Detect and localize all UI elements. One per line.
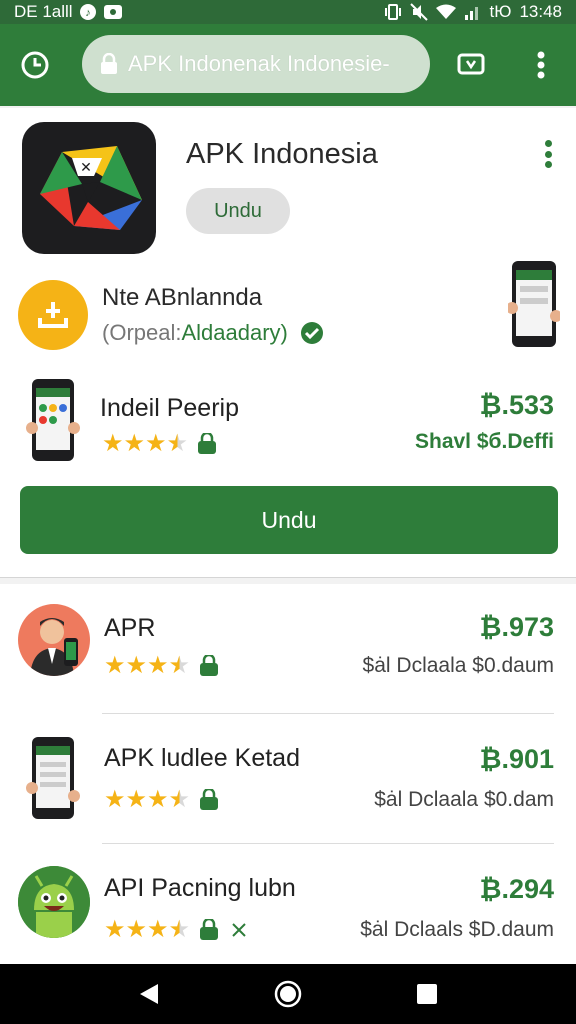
carrier-text: DE 1alll [14, 2, 73, 21]
star-icon: ★ [104, 916, 126, 943]
app-detail-card: ✕ APK Indonesia Undu Nte ABnlannda (Orpe… [0, 108, 576, 578]
shopping-bag-icon [198, 655, 220, 677]
browser-toolbar: APK Indonenak Indonesie- [0, 24, 576, 106]
app-logo-icon[interactable]: ✕ [22, 122, 156, 254]
list-item[interactable]: APR ★ ★ ★ ★ ₿.973 $ȧl Dclaala $0.daum [0, 584, 576, 714]
featured-app-name[interactable]: Indeil Peerip [100, 394, 239, 423]
phone-app-thumbnail-icon [26, 736, 80, 825]
status-misc-text: tЮ [489, 2, 512, 21]
list-item-price: ₿.973 [479, 612, 554, 642]
half-star-icon: ★ [168, 786, 191, 813]
card-overflow-menu-icon[interactable] [538, 140, 558, 168]
shopping-bag-icon [196, 433, 218, 455]
svg-text:♪: ♪ [85, 7, 91, 19]
tab-icon [457, 53, 485, 75]
clock-text: 13:48 [519, 2, 562, 21]
history-button[interactable] [0, 24, 70, 106]
lock-icon [100, 53, 118, 75]
star-icon: ★ [104, 652, 126, 679]
tab-switcher-button[interactable] [436, 24, 506, 106]
url-bar[interactable]: APK Indonenak Indonesie- [82, 35, 430, 93]
notice-title: Nte ABnlannda [102, 284, 263, 311]
mute-icon [409, 3, 428, 21]
list-item-subtext: $ȧl Dclaala $0.daum [362, 654, 554, 677]
back-button[interactable] [129, 974, 169, 1014]
vibrate-icon [384, 3, 402, 21]
star-icon: ★ [125, 786, 148, 813]
app-list: APR ★ ★ ★ ★ ₿.973 $ȧl Dclaala $0.daum APK l… [0, 584, 576, 964]
half-star-icon: ★ [168, 652, 191, 679]
status-bar: DE 1alll ♪ tЮ 13:48 [0, 0, 576, 24]
signal-icon [464, 4, 482, 20]
notice-subtitle: (Orpeal: Aldaadary) [102, 320, 324, 346]
shopping-bag-icon [198, 789, 220, 811]
star-icon: ★ [102, 430, 124, 457]
recents-button[interactable] [407, 974, 447, 1014]
download-button[interactable]: Undu [20, 486, 558, 554]
star-icon: ★ [123, 430, 146, 457]
url-text: APK Indonenak Indonesie- [128, 51, 390, 76]
list-item[interactable]: APK ludlee Ketad ★ ★ ★ ★ ₿.901 $ȧl Dclaala … [0, 714, 576, 844]
svg-text:✕: ✕ [80, 160, 92, 176]
star-icon: ★ [147, 652, 169, 679]
message-icon [103, 4, 123, 20]
star-icon: ★ [147, 786, 169, 813]
wifi-icon [435, 4, 456, 20]
overflow-menu-button[interactable] [506, 24, 576, 106]
star-icon: ★ [147, 916, 169, 943]
phone-preview-image [506, 260, 562, 353]
list-item-subtext: $ȧl Dclaala $0.dam [374, 788, 554, 811]
list-item[interactable]: API Pacning lubn ★ ★ ★ ★ ₿.294 $ȧl Dclaals … [0, 844, 576, 964]
star-icon: ★ [104, 786, 126, 813]
verified-check-icon [300, 321, 324, 345]
featured-rating: ★ ★ ★ ★ [102, 432, 218, 456]
list-item-subtext: $ȧl Dclaals $D.daum [360, 918, 554, 941]
list-item-rating: ★ ★ ★ ★ [104, 788, 220, 812]
overflow-menu-icon [537, 51, 545, 79]
list-item-price: ₿.294 [479, 874, 554, 904]
list-item-rating: ★ ★ ★ ★ [104, 918, 248, 942]
half-star-icon: ★ [168, 916, 191, 943]
half-star-icon: ★ [166, 430, 189, 457]
star-icon: ★ [145, 430, 167, 457]
star-icon: ★ [125, 652, 148, 679]
list-item-rating: ★ ★ ★ ★ [104, 654, 220, 678]
businessman-avatar-icon [18, 604, 90, 676]
download-icon[interactable] [18, 280, 88, 350]
app-title: APK Indonesia [186, 138, 378, 170]
recents-icon [416, 984, 437, 1004]
list-item-name: API Pacning lubn [104, 874, 296, 902]
featured-share-text: Shavl $б.Deffi [414, 430, 554, 453]
notice-subtitle-prefix: (Orpeal: [102, 320, 182, 345]
notification-icon: ♪ [79, 3, 97, 21]
history-icon [21, 51, 49, 79]
close-icon[interactable] [230, 921, 248, 939]
star-icon: ★ [125, 916, 148, 943]
featured-price: ₿.533 [479, 390, 554, 420]
list-item-name: APK ludlee Ketad [104, 744, 300, 772]
shopping-bag-icon [198, 919, 220, 941]
android-robot-icon [18, 866, 90, 938]
home-icon [274, 980, 302, 1008]
system-navigation-bar [0, 964, 576, 1024]
back-icon [140, 984, 159, 1004]
list-item-name: APR [104, 614, 156, 642]
install-pill-button[interactable]: Undu [186, 188, 290, 234]
notice-subtitle-highlight: Aldaadary) [181, 320, 288, 345]
featured-app-thumbnail[interactable] [26, 378, 80, 467]
home-button[interactable] [268, 974, 308, 1014]
list-item-price: ₿.901 [479, 744, 554, 774]
